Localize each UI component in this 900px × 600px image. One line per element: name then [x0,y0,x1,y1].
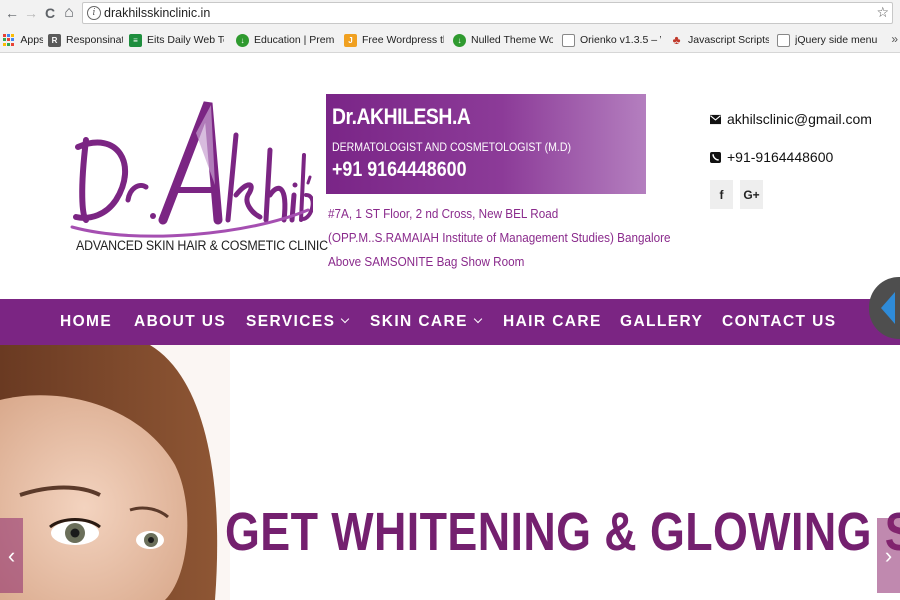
nav-services-label: SERVICES [246,313,336,330]
nav-contact-us[interactable]: CONTACT US [722,299,836,345]
nav-gallery-label: GALLERY [620,313,704,330]
bookmark-star-icon[interactable]: ☆ [876,4,889,21]
bookmark-label: Responsinator [66,34,123,46]
bookmark-responsinator[interactable]: R Responsinator [48,32,123,48]
page-icon [777,33,790,47]
slider-prev-button[interactable]: ‹ [0,518,23,593]
contact-email[interactable]: akhilsclinic@gmail.com [710,111,872,127]
bookmark-label: Free Wordpress them [362,34,444,46]
home-icon[interactable]: ⌂ [60,4,78,22]
address-bar[interactable]: i drakhilsskinclinic.in ☆ [82,2,893,24]
nav-skin-care-label: SKIN CARE [370,313,468,330]
clinic-logo[interactable] [68,95,313,260]
email-text[interactable]: akhilsclinic@gmail.com [727,111,872,127]
chevron-down-icon [473,314,483,324]
address-line-2: (OPP.M..S.RAMAIAH Institute of Managemen… [328,230,671,245]
green-leaf-icon: ↓ [453,33,466,47]
nav-about-us[interactable]: ABOUT US [134,299,226,345]
doctor-name: Dr.AKHILESH.A [332,104,471,129]
bookmark-orienko[interactable]: Orienko v1.3.5 – Woo [562,32,661,48]
bookmark-apps[interactable]: Apps [3,32,43,48]
phone-text[interactable]: +91-9164448600 [727,149,833,165]
bookmark-nulled-theme[interactable]: ↓ Nulled Theme Wordp [453,32,553,48]
hero-model-image [0,345,230,600]
nav-contact-us-label: CONTACT US [722,313,837,330]
slider-next-button[interactable]: › [877,518,900,593]
nav-hair-care-label: HAIR CARE [503,313,602,330]
bookmarks-bar: Apps R Responsinator ≡ Eits Daily Web Te… [0,27,900,53]
back-icon[interactable]: ← [3,4,21,22]
bookmark-label: Education | Premium [254,34,334,46]
bookmark-label: Nulled Theme Wordp [471,34,553,46]
address-line-3: Above SAMSONITE Bag Show Room [328,254,525,269]
bookmark-label: Apps [20,34,43,46]
bookmark-eits-daily[interactable]: ≡ Eits Daily Web Team [129,32,224,48]
apps-grid-icon [3,34,14,46]
green-leaf-icon: ↓ [236,33,249,47]
logo-tagline: ADVANCED SKIN HAIR & COSMETIC CLINIC [76,238,328,253]
bookmark-label: Javascript Scripts, Fre [688,34,769,46]
google-plus-icon[interactable]: G+ [740,180,763,209]
sheets-icon: ≡ [129,33,142,47]
doctor-title: DERMATOLOGIST AND COSMETOLOGIST (M.D) [332,140,572,154]
bookmark-jquery-side-menu[interactable]: jQuery side menu Plu [777,32,879,48]
bookmark-label: Orienko v1.3.5 – Woo [580,34,661,46]
page-icon [562,33,575,47]
browser-toolbar: ← → C ⌂ i drakhilsskinclinic.in ☆ [0,0,900,27]
nav-home-label: HOME [60,313,113,330]
nav-hair-care[interactable]: HAIR CARE [503,299,602,345]
bookmarks-overflow-icon[interactable]: » [891,32,898,46]
facebook-icon[interactable]: f [710,180,733,209]
plant-icon: ♣ [672,33,681,47]
bookmark-javascript-scripts[interactable]: ♣ Javascript Scripts, Fre [670,32,769,48]
contact-phone[interactable]: +91-9164448600 [710,149,833,165]
responsinator-icon: R [48,33,61,47]
bookmark-label: Eits Daily Web Team [147,34,224,46]
nav-gallery[interactable]: GALLERY [620,299,703,345]
hero-headline: GET WHITENING & GLOWING SKIN [225,502,900,562]
reload-icon[interactable]: C [41,4,59,22]
bookmark-label: jQuery side menu Plu [795,34,879,46]
hero-slider: GET WHITENING & GLOWING SKIN ‹ › [0,345,900,600]
nav-about-us-label: ABOUT US [134,313,227,330]
envelope-icon [710,114,721,124]
nav-home[interactable]: HOME [60,299,112,345]
site-info-icon[interactable]: i [87,6,101,20]
bookmark-education[interactable]: ↓ Education | Premium [236,32,334,48]
arrow-left-icon [881,292,895,324]
nav-skin-care[interactable]: SKIN CARE [370,299,483,345]
address-line-1: #7A, 1 ST Floor, 2 nd Cross, New BEL Roa… [328,206,559,221]
address-bar-url[interactable]: drakhilsskinclinic.in [104,6,210,20]
doctor-phone: +91 9164448600 [332,158,467,181]
orange-j-icon: J [344,33,357,47]
main-nav: HOME ABOUT US SERVICES SKIN CARE HAIR CA… [0,299,900,345]
doctor-info-banner: Dr.AKHILESH.A DERMATOLOGIST AND COSMETOL… [326,94,646,194]
nav-services[interactable]: SERVICES [246,299,350,345]
forward-icon[interactable]: → [22,4,40,22]
phone-icon [710,151,721,163]
bookmark-free-wordpress[interactable]: J Free Wordpress them [344,32,444,48]
chevron-down-icon [341,314,350,324]
